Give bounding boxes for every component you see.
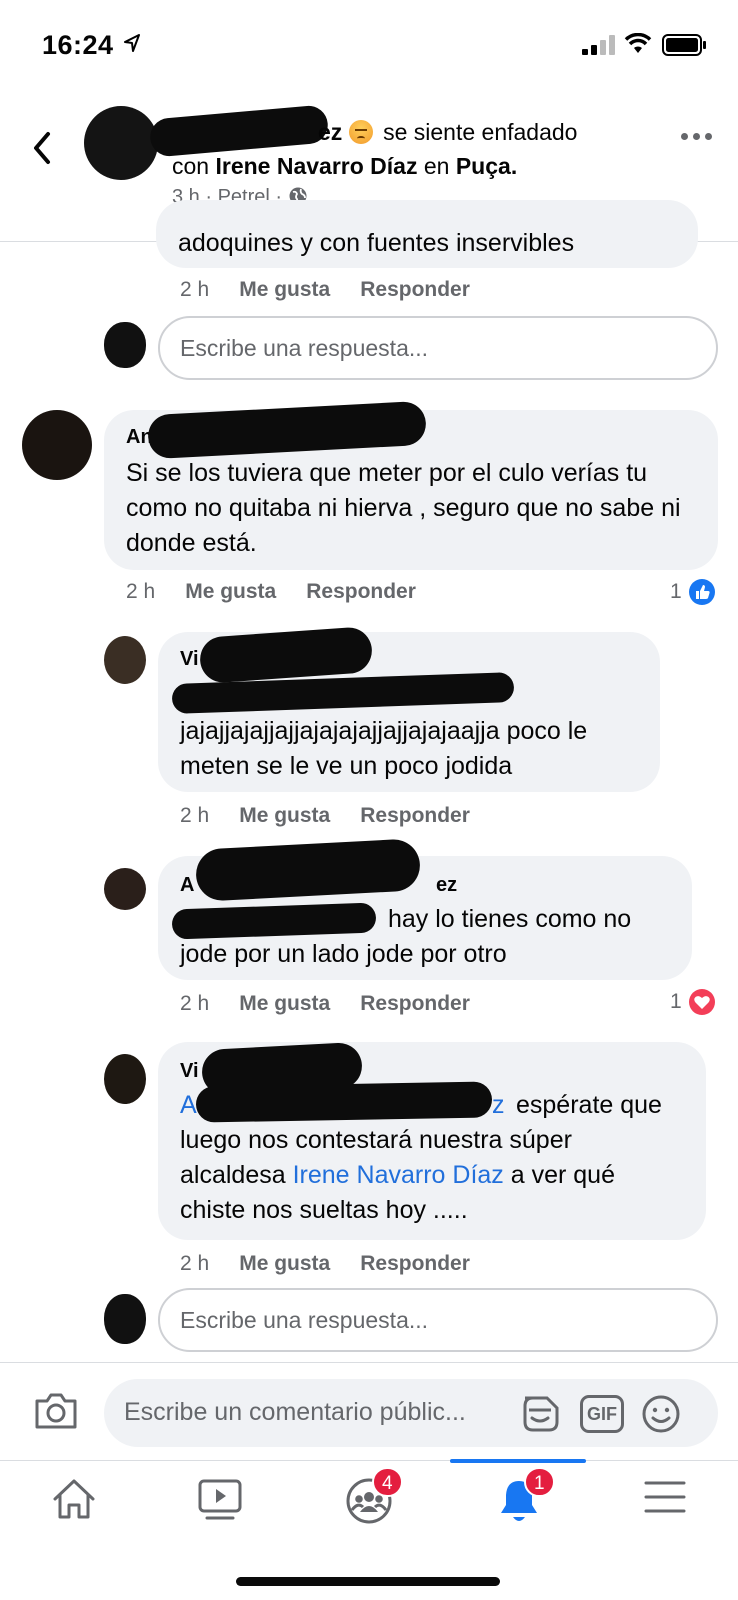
mention-fragment[interactable]: A [180, 1088, 197, 1123]
status-bar: 16:24 [0, 0, 738, 92]
active-tab-indicator [450, 1459, 586, 1463]
tab-notifications[interactable]: 1 [450, 1459, 586, 1541]
location-arrow-icon [124, 34, 140, 52]
author-avatar[interactable] [84, 106, 158, 180]
like-button[interactable]: Me gusta [185, 580, 276, 603]
video-icon [198, 1479, 242, 1520]
comment-time: 2 h [126, 580, 156, 603]
reply-actions: 2 h Me gusta Responder [180, 804, 470, 828]
tagged-user-link[interactable]: Irene Navarro Díaz [215, 153, 417, 179]
commenter-name-fragment[interactable]: Vi [180, 1060, 199, 1083]
with-text: con [172, 153, 210, 179]
gif-icon[interactable]: GIF [580, 1395, 624, 1433]
emoji-icon[interactable] [641, 1394, 681, 1434]
feeling-text: se siente enfadado [383, 119, 578, 145]
comment-composer: Escribe un comentario públic... GIF [0, 1362, 738, 1460]
reply-button[interactable]: Responder [360, 278, 470, 301]
menu-icon [644, 1481, 686, 1513]
mention-redaction [195, 1081, 493, 1123]
comment-actions: 2 h Me gusta Responder [126, 580, 416, 604]
commenter-avatar[interactable] [22, 410, 92, 480]
reply-button[interactable]: Responder [360, 1252, 470, 1275]
gif-label: GIF [587, 1404, 617, 1424]
reply-button[interactable]: Responder [360, 992, 470, 1015]
reaction-count: 1 [670, 990, 682, 1013]
location-prefix: en [423, 153, 450, 179]
comment-time: 2 h [180, 992, 210, 1015]
user-avatar [104, 322, 146, 368]
like-reaction-icon [688, 579, 715, 605]
reply-input-placeholder: Escribe una respuesta... [180, 334, 429, 361]
author-name-fragment[interactable]: ez [318, 119, 342, 145]
mention-fragment[interactable]: z [492, 1088, 505, 1123]
commenter-name-fragment[interactable]: A [180, 874, 194, 897]
reply-button[interactable]: Responder [306, 580, 416, 603]
reaction-summary[interactable]: 1 [670, 578, 716, 606]
sticker-icon[interactable] [519, 1394, 561, 1434]
notifications-badge: 1 [524, 1467, 555, 1497]
reply-actions: 2 h Me gusta Responder [180, 1252, 470, 1276]
reply-text-fragment: alcaldesa [180, 1161, 286, 1189]
comment-input[interactable]: Escribe un comentario públic... GIF [104, 1379, 718, 1447]
partial-comment-text: adoquines y con fuentes inservibles [178, 229, 575, 257]
commenter-name-fragment[interactable]: ez [436, 874, 457, 897]
partial-comment-actions: 2 h Me gusta Responder [180, 278, 470, 302]
groups-badge: 4 [372, 1467, 403, 1497]
like-button[interactable]: Me gusta [239, 278, 330, 301]
home-icon [53, 1479, 95, 1519]
mention-link[interactable]: Irene Navarro Díaz [293, 1161, 504, 1189]
reply-input[interactable]: Escribe una respuesta... [158, 1288, 718, 1352]
commenter-avatar[interactable] [104, 636, 146, 684]
status-time: 16:24 [42, 30, 114, 60]
commenter-name-fragment[interactable]: Vi [180, 648, 199, 671]
reply-text-fragment: a ver qué [510, 1161, 615, 1189]
comment-input-placeholder: Escribe un comentario públic... [124, 1398, 466, 1426]
tab-home[interactable] [8, 1461, 138, 1541]
reply-text-line: alcaldesa Irene Navarro Díaz a ver qué [180, 1158, 615, 1193]
reply-actions: 2 h Me gusta Responder [180, 992, 470, 1016]
angry-emoji-icon [348, 120, 373, 144]
reply-text-line: chiste nos sueltas hoy ..... [180, 1196, 468, 1224]
battery-icon [662, 34, 706, 56]
commenter-avatar[interactable] [104, 1054, 146, 1104]
tab-watch[interactable] [154, 1461, 284, 1541]
like-button[interactable]: Me gusta [239, 1252, 330, 1275]
reply-input[interactable]: Escribe una respuesta... [158, 316, 718, 380]
tab-menu[interactable] [600, 1461, 730, 1541]
user-avatar [104, 1294, 146, 1344]
more-options-icon[interactable] [681, 130, 715, 142]
reaction-count: 1 [670, 580, 682, 603]
reply-text-line: hay lo tienes como no jode por un lado j… [180, 905, 632, 968]
comment-time: 2 h [180, 278, 210, 301]
reply-text: jajajjajajjajjajajajajjajjajajaajja poco… [180, 717, 588, 780]
location-link[interactable]: Puça. [456, 153, 517, 179]
reaction-summary[interactable]: 1 [670, 988, 716, 1016]
commenter-avatar[interactable] [104, 868, 146, 910]
reply-text-line: espérate que [516, 1091, 662, 1119]
camera-icon[interactable] [34, 1391, 78, 1431]
comment-text: Si se los tuviera que meter por el culo … [126, 459, 681, 557]
reply-text-line: luego nos contestará nuestra súper [180, 1126, 572, 1154]
reply-input-placeholder: Escribe una respuesta... [180, 1306, 429, 1333]
like-button[interactable]: Me gusta [239, 804, 330, 827]
like-button[interactable]: Me gusta [239, 992, 330, 1015]
home-indicator [236, 1577, 500, 1586]
comment-time: 2 h [180, 804, 210, 827]
comment-time: 2 h [180, 1252, 210, 1275]
signal-icon [582, 35, 615, 55]
back-arrow-icon[interactable] [28, 128, 58, 168]
tab-groups[interactable]: 4 [302, 1461, 432, 1541]
reply-button[interactable]: Responder [360, 804, 470, 827]
post-header-text: ez se siente enfadado con Irene Navarro … [172, 115, 672, 183]
wifi-icon [624, 33, 652, 53]
love-reaction-icon [688, 989, 715, 1015]
